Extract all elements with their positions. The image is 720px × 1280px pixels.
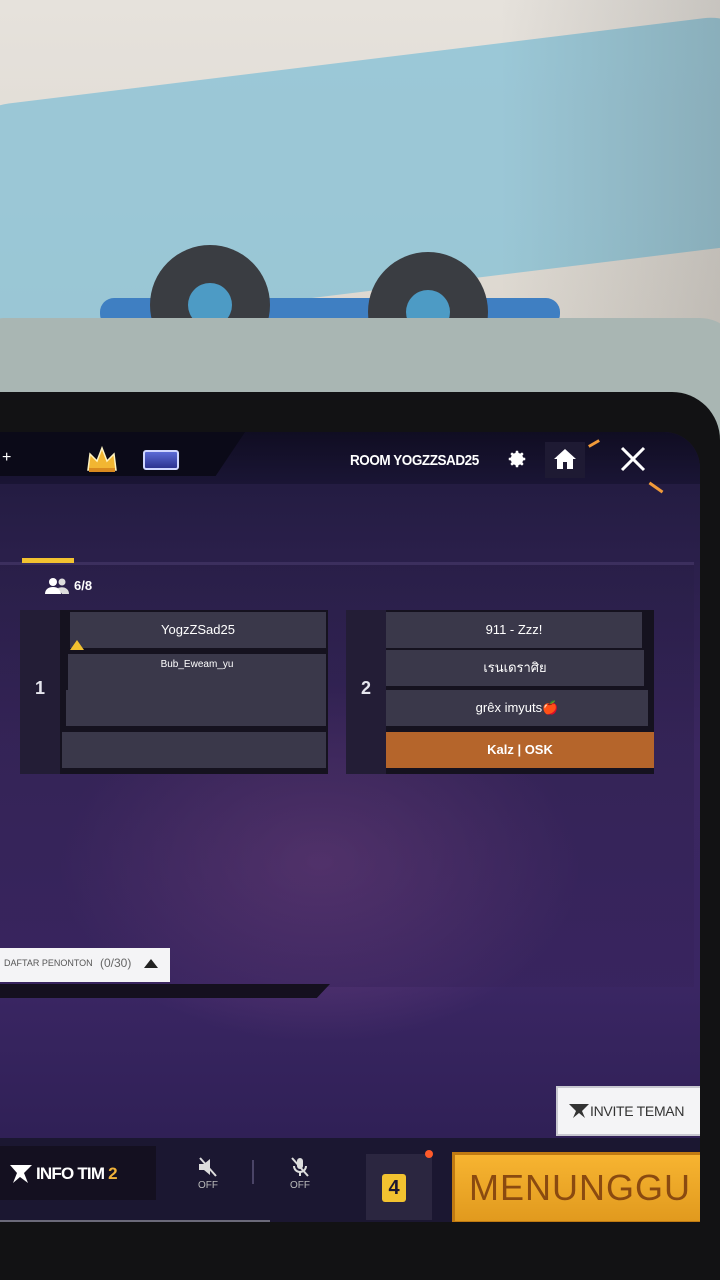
notification-dot xyxy=(425,1150,433,1158)
fabric-background xyxy=(0,0,720,340)
top-bar-left xyxy=(0,432,245,476)
team-flag-icon xyxy=(10,1165,32,1183)
team-1-slot-2[interactable]: Bub_Eweam_yu xyxy=(68,654,326,690)
speaker-muted-icon xyxy=(199,1157,217,1177)
chevron-up-icon xyxy=(144,959,158,968)
team-1-slot-4[interactable] xyxy=(62,732,326,768)
membership-card-icon[interactable] xyxy=(143,450,179,470)
team-number-column: 2 xyxy=(346,610,386,774)
players-icon xyxy=(45,578,69,594)
gear-icon[interactable] xyxy=(506,448,528,470)
home-icon xyxy=(554,449,576,469)
invite-friends-button[interactable]: INVITE TEMAN xyxy=(556,1086,700,1136)
microphone-toggle[interactable]: OFF xyxy=(280,1156,320,1202)
speaker-state: OFF xyxy=(198,1180,218,1191)
invite-label: INVITE TEMAN xyxy=(590,1103,685,1119)
player-count: 6/8 xyxy=(74,578,93,593)
microphone-state: OFF xyxy=(290,1180,310,1191)
room-leader-marker xyxy=(70,640,84,650)
spectator-list-toggle[interactable]: DAFTAR PENONTON (0/30) xyxy=(0,948,170,982)
team-number: 2 xyxy=(360,678,371,698)
team-info-button[interactable]: INFO TIM 2 xyxy=(0,1146,156,1200)
team-2-slot-4[interactable]: Kalz | OSK xyxy=(386,732,654,768)
team-2-slot-2[interactable]: เรนเดราศิย xyxy=(386,650,644,686)
spectator-label: DAFTAR PENONTON xyxy=(4,958,93,968)
team-2-slot-1[interactable]: 911 - Zzz! xyxy=(386,612,642,648)
team-1-slot-3[interactable] xyxy=(66,690,326,726)
panel-divider xyxy=(0,984,330,998)
ready-button[interactable]: MENUNGGU xyxy=(452,1152,700,1222)
room-title: ROOM YOGZZSAD25 xyxy=(350,452,479,469)
team-1-slot-1[interactable]: YogzZSad25 xyxy=(70,612,326,648)
team-info-label: INFO TIM 2 xyxy=(36,1164,118,1184)
team-info-text: INFO TIM xyxy=(36,1164,105,1183)
dice-icon: 4 xyxy=(382,1174,406,1202)
panel-tab-marker xyxy=(22,558,74,563)
team-info-number: 2 xyxy=(108,1164,117,1183)
game-screen: + ROOM YOGZZSAD25 6/8 1 YogzZSad25 Bub_E… xyxy=(0,432,700,1222)
bottom-strip xyxy=(0,1220,270,1222)
fabric-shadow xyxy=(500,0,720,340)
close-button[interactable] xyxy=(608,440,658,480)
speaker-toggle[interactable]: OFF xyxy=(188,1156,228,1202)
team-2-slot-3[interactable]: grêx imyuts🍎 xyxy=(386,690,648,726)
microphone-muted-icon xyxy=(291,1157,309,1177)
control-separator xyxy=(252,1160,254,1184)
crown-icon[interactable] xyxy=(85,444,119,474)
team-number: 1 xyxy=(34,678,45,698)
invite-icon xyxy=(569,1104,589,1118)
team-number-column: 1 xyxy=(20,610,60,774)
spectator-count: (0/30) xyxy=(100,956,132,970)
plus-icon[interactable]: + xyxy=(2,450,11,466)
ready-label: MENUNGGU xyxy=(469,1167,691,1208)
